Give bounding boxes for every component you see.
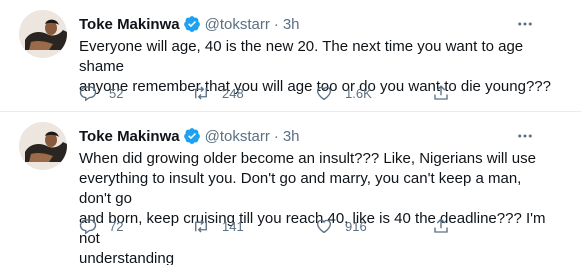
avatar[interactable] bbox=[19, 122, 67, 170]
display-name[interactable]: Toke Makinwa bbox=[79, 16, 180, 33]
retweet-icon bbox=[192, 217, 210, 235]
tweet-text-line: Everyone will age, 40 is the new 20. The… bbox=[79, 38, 524, 75]
like-count: 916 bbox=[345, 218, 367, 234]
user-handle[interactable]: @tokstarr bbox=[205, 128, 270, 145]
separator-dot: · bbox=[273, 15, 279, 33]
retweet-button[interactable]: 141 bbox=[192, 216, 244, 236]
retweet-button[interactable]: 248 bbox=[192, 83, 244, 103]
share-icon bbox=[432, 217, 450, 235]
tweet-text-line: When did growing older become an insult?… bbox=[79, 150, 536, 167]
reply-icon bbox=[79, 217, 97, 235]
retweet-icon bbox=[192, 84, 210, 102]
timestamp[interactable]: 3h bbox=[283, 16, 300, 33]
action-bar: 72 141 916 bbox=[79, 216, 459, 236]
more-options-icon[interactable] bbox=[515, 14, 535, 34]
like-button[interactable]: 916 bbox=[315, 216, 367, 236]
reply-count: 52 bbox=[109, 85, 124, 101]
share-button[interactable] bbox=[432, 83, 450, 103]
tweet[interactable]: Toke Makinwa @tokstarr · 3h Everyone wil… bbox=[0, 0, 581, 112]
separator-dot: · bbox=[273, 127, 279, 145]
tweet-header: Toke Makinwa @tokstarr · 3h bbox=[79, 14, 300, 34]
tweet-header: Toke Makinwa @tokstarr · 3h bbox=[79, 126, 300, 146]
more-options-icon[interactable] bbox=[515, 126, 535, 146]
user-handle[interactable]: @tokstarr bbox=[205, 16, 270, 33]
action-bar: 52 248 1.6K bbox=[79, 83, 459, 103]
heart-icon bbox=[315, 84, 333, 102]
tweet[interactable]: Toke Makinwa @tokstarr · 3h When did gro… bbox=[0, 112, 581, 265]
display-name[interactable]: Toke Makinwa bbox=[79, 128, 180, 145]
timestamp[interactable]: 3h bbox=[283, 128, 300, 145]
tweet-text-line: everything to insult you. Don't go and m… bbox=[79, 170, 522, 207]
retweet-count: 141 bbox=[222, 218, 244, 234]
avatar[interactable] bbox=[19, 10, 67, 58]
heart-icon bbox=[315, 217, 333, 235]
tweet-text: When did growing older become an insult?… bbox=[79, 149, 554, 265]
reply-button[interactable]: 72 bbox=[79, 216, 123, 236]
like-count: 1.6K bbox=[345, 85, 372, 101]
reply-button[interactable]: 52 bbox=[79, 83, 123, 103]
share-icon bbox=[432, 84, 450, 102]
share-button[interactable] bbox=[432, 216, 450, 236]
retweet-count: 248 bbox=[222, 85, 244, 101]
reply-icon bbox=[79, 84, 97, 102]
verified-badge-icon bbox=[183, 15, 201, 33]
reply-count: 72 bbox=[109, 218, 124, 234]
verified-badge-icon bbox=[183, 127, 201, 145]
tweet-text-line: understanding bbox=[79, 250, 175, 265]
like-button[interactable]: 1.6K bbox=[315, 83, 372, 103]
